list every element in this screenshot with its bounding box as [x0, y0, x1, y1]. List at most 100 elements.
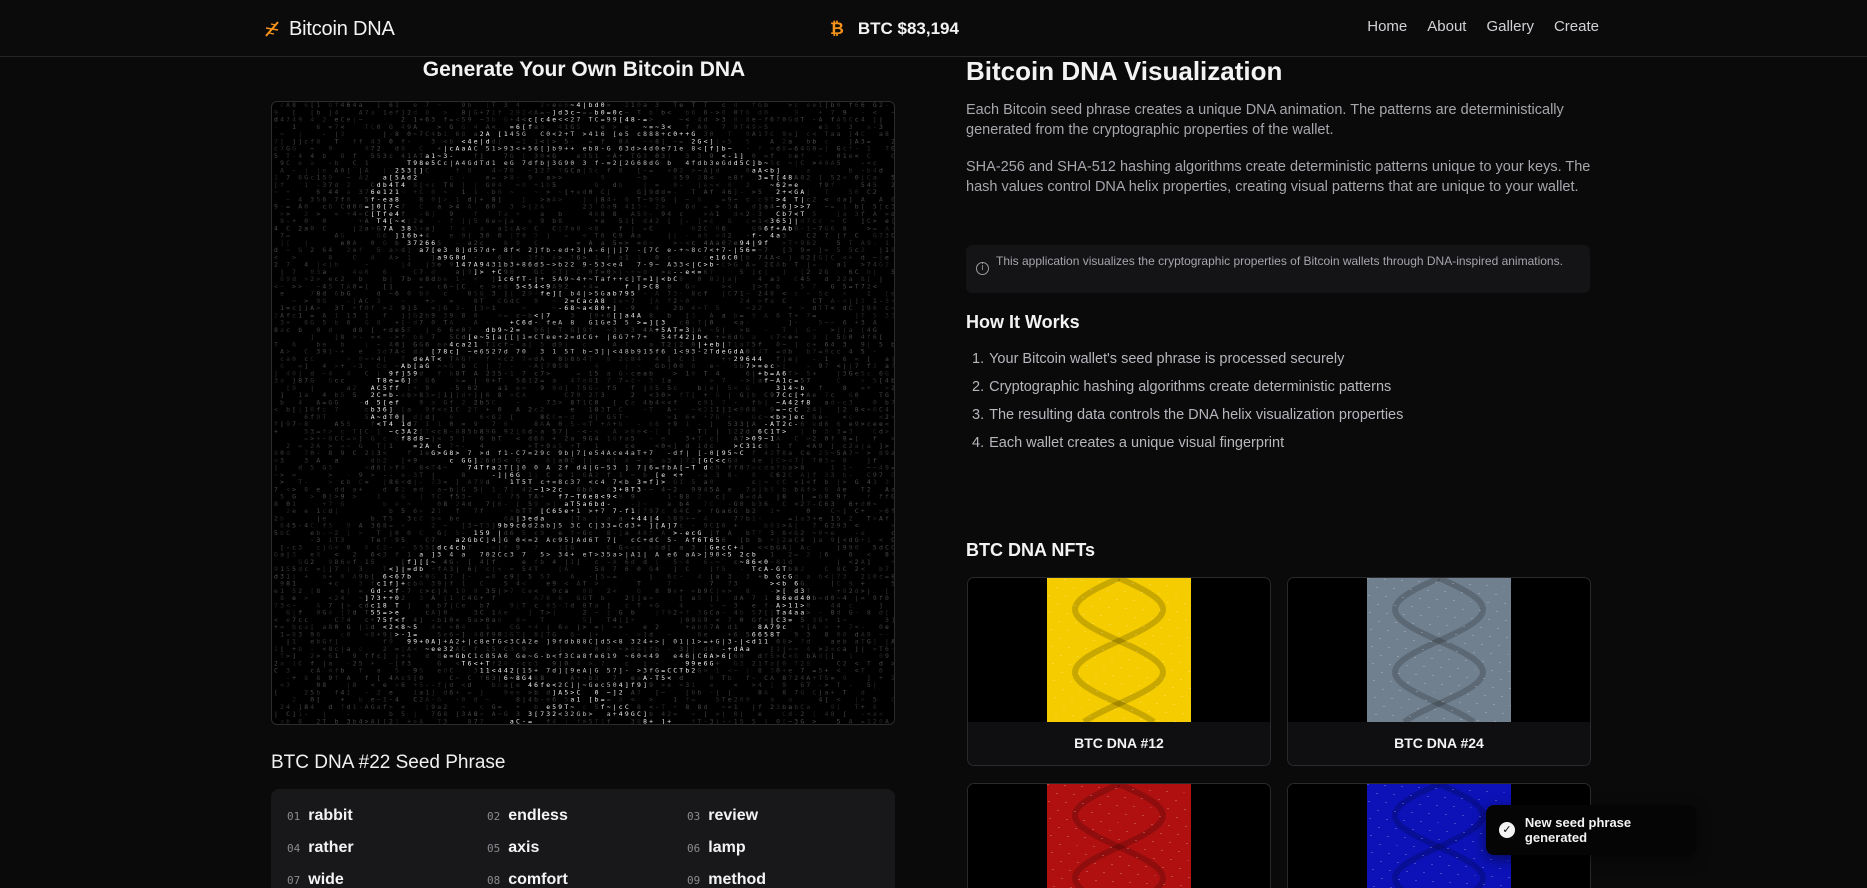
svg-text:2: 2 — [389, 304, 393, 312]
svg-text:c: c — [661, 507, 665, 515]
svg-text:-: - — [359, 398, 363, 406]
nft-dna-image — [1047, 784, 1191, 888]
svg-text:d: d — [486, 159, 490, 167]
svg-text:C: C — [353, 253, 357, 261]
svg-text:4: 4 — [353, 268, 357, 276]
svg-text:a: a — [583, 304, 587, 312]
svg-text:3: 3 — [437, 551, 441, 559]
svg-text:C: C — [891, 232, 894, 240]
nft-card-red[interactable] — [967, 783, 1271, 888]
dna-matrix-canvas[interactable]: c A 8 6[1 Gf 4 6 4 a] 6 1 e 7 ~9 b[T 3 4 2 > e e 6 ~4 | b d 0 = 2 1 0 a… — [271, 101, 895, 725]
svg-text:<: < — [486, 413, 490, 421]
svg-text:5: 5 — [570, 420, 574, 428]
svg-text:1: 1 — [776, 522, 780, 530]
nav-gallery[interactable]: Gallery — [1486, 18, 1534, 35]
svg-text:1: 1 — [456, 587, 460, 595]
svg-text:a: a — [806, 572, 810, 580]
svg-text:4: 4 — [764, 449, 768, 457]
svg-text:=: = — [819, 594, 823, 602]
svg-text:0: 0 — [341, 572, 345, 580]
svg-text:=: = — [698, 304, 702, 312]
svg-text:[: [ — [704, 145, 708, 153]
svg-text:3: 3 — [746, 442, 750, 450]
svg-text:[: [ — [613, 536, 617, 544]
svg-text:5: 5 — [468, 427, 472, 435]
svg-text:8: 8 — [770, 630, 774, 638]
svg-text:-: - — [401, 630, 405, 638]
svg-text:f: f — [437, 369, 441, 377]
nft-card-24[interactable]: BTC DNA #24 — [1287, 577, 1591, 766]
svg-text:b: b — [849, 166, 853, 174]
svg-text:>: > — [353, 493, 357, 501]
seed-word-number: 08 — [487, 874, 500, 887]
svg-text:0: 0 — [855, 188, 859, 196]
svg-text:-: - — [649, 435, 653, 443]
svg-text:=: = — [788, 616, 792, 624]
svg-text:2: 2 — [371, 391, 375, 399]
svg-text:|: | — [540, 311, 544, 319]
svg-text:-: - — [347, 297, 351, 305]
svg-text:4: 4 — [819, 159, 823, 167]
svg-text:[: [ — [443, 529, 447, 537]
svg-text:=: = — [831, 203, 835, 211]
svg-text:5: 5 — [528, 145, 532, 153]
svg-text:a: a — [492, 616, 496, 624]
nft-card-12[interactable]: BTC DNA #12 — [967, 577, 1271, 766]
svg-text:c: c — [335, 580, 339, 588]
svg-text:4: 4 — [328, 188, 332, 196]
svg-text:>: > — [698, 551, 702, 559]
svg-text:|: | — [310, 384, 314, 392]
svg-text:8: 8 — [298, 377, 302, 385]
svg-text:6: 6 — [691, 224, 695, 232]
svg-text:+: + — [492, 246, 496, 254]
svg-text:c: c — [335, 275, 339, 283]
svg-text:T: T — [595, 232, 599, 240]
svg-text:c: c — [698, 246, 702, 254]
nav-about[interactable]: About — [1427, 18, 1466, 35]
svg-text:+: + — [685, 623, 689, 631]
svg-text:=: = — [861, 594, 865, 602]
nav-home[interactable]: Home — [1367, 18, 1407, 35]
svg-text:2: 2 — [431, 522, 435, 530]
toast-notification[interactable]: ✓ New seed phrase generated — [1486, 805, 1696, 855]
svg-text:1: 1 — [504, 224, 508, 232]
nav-create[interactable]: Create — [1554, 18, 1599, 35]
svg-text:]: ] — [431, 224, 435, 232]
svg-text:4: 4 — [407, 261, 411, 269]
svg-text:-: - — [437, 217, 441, 225]
svg-text:]: ] — [710, 420, 714, 428]
svg-text:A: A — [552, 195, 556, 203]
svg-text:[: [ — [564, 188, 568, 196]
svg-text:e: e — [437, 261, 441, 269]
svg-text:0: 0 — [377, 123, 381, 131]
svg-text:|: | — [679, 217, 683, 225]
svg-text:1: 1 — [292, 123, 296, 131]
svg-text:1: 1 — [716, 210, 720, 218]
svg-text:6: 6 — [873, 406, 877, 414]
svg-text:>: > — [583, 623, 587, 631]
svg-text:9: 9 — [274, 203, 278, 211]
svg-text:+: + — [685, 130, 689, 138]
svg-text:a: a — [304, 391, 308, 399]
svg-text:>: > — [546, 609, 550, 617]
svg-text:8: 8 — [468, 166, 472, 174]
svg-text:a: a — [371, 108, 375, 116]
svg-text:|: | — [456, 565, 460, 573]
svg-text:a: a — [322, 623, 326, 631]
svg-text:9: 9 — [831, 536, 835, 544]
svg-text:[: [ — [292, 406, 296, 414]
svg-text:c: c — [831, 348, 835, 356]
brand[interactable]: Bitcoin DNA — [262, 16, 395, 42]
svg-text:|: | — [534, 471, 538, 479]
svg-text:4: 4 — [480, 558, 484, 566]
svg-text:A: A — [704, 188, 708, 196]
svg-text:+: + — [383, 326, 387, 334]
svg-text:7: 7 — [849, 449, 853, 457]
svg-text:<: < — [825, 572, 829, 580]
seed-word-text: review — [708, 807, 758, 825]
svg-text:=: = — [292, 471, 296, 479]
svg-text:d: d — [691, 203, 695, 211]
svg-text:T: T — [431, 493, 435, 501]
svg-text:a: a — [474, 616, 478, 624]
svg-text:5: 5 — [637, 210, 641, 218]
